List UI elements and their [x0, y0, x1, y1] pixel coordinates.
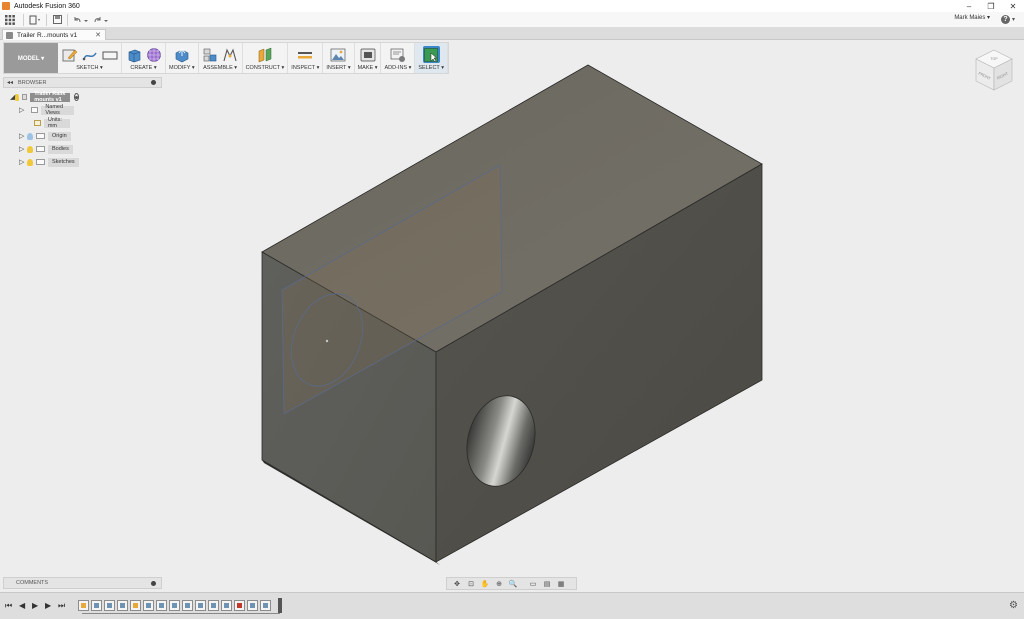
feature-icon	[263, 603, 268, 608]
grid-settings-icon[interactable]: ▤	[541, 580, 553, 588]
browser-title: BROWSER	[18, 79, 47, 86]
folder-icon	[31, 107, 39, 113]
timeline: ⏮ ◀ ▶ ▶ ⏭ ⚙	[0, 592, 1024, 619]
tree-item-bodies[interactable]: ▷ Bodies	[19, 144, 73, 154]
step-back-icon[interactable]: ◀	[19, 601, 25, 610]
timeline-feature[interactable]	[130, 600, 141, 611]
component-icon	[21, 94, 28, 100]
feature-icon	[198, 603, 203, 608]
timeline-marker[interactable]	[278, 598, 282, 613]
feature-icon	[211, 603, 216, 608]
expand-triangle-icon[interactable]: ▷	[19, 132, 27, 140]
comments-panel[interactable]: COMMENTS	[3, 577, 162, 589]
timeline-feature[interactable]	[195, 600, 206, 611]
look-at-icon[interactable]: ⊡	[465, 580, 477, 588]
tree-item-sketches[interactable]: ▷ Sketches	[19, 157, 79, 167]
feature-icon	[224, 603, 229, 608]
feature-icon	[185, 603, 190, 608]
tree-item-label: Sketches	[48, 157, 79, 167]
expand-triangle-icon[interactable]: ▷	[19, 106, 25, 114]
feature-icon	[237, 603, 242, 608]
visibility-bulb-icon[interactable]	[27, 145, 33, 153]
pan-icon[interactable]: ✋	[479, 580, 491, 588]
step-forward-icon[interactable]: ▶	[45, 601, 51, 610]
navigation-bar: ✥ ⊡ ✋ ⊕ 🔍 ▭ ▤ ▦	[446, 577, 577, 590]
zoom-icon[interactable]: ⊕	[493, 580, 505, 588]
go-to-start-icon[interactable]: ⏮	[5, 601, 12, 611]
browser-panel-header[interactable]: ◂◂ BROWSER	[3, 77, 162, 88]
visibility-bulb-icon[interactable]	[15, 93, 19, 101]
expand-triangle-icon[interactable]: ▷	[19, 158, 27, 166]
feature-icon	[94, 603, 99, 608]
timeline-feature[interactable]	[234, 600, 245, 611]
timeline-feature[interactable]	[78, 600, 89, 611]
sketch-center-point	[325, 339, 329, 343]
timeline-feature[interactable]	[104, 600, 115, 611]
pin-icon[interactable]	[151, 80, 156, 85]
folder-icon	[36, 146, 45, 152]
visibility-bulb-icon[interactable]	[27, 132, 33, 140]
expand-triangle-icon[interactable]: ▷	[19, 145, 27, 153]
document-settings-icon	[33, 120, 41, 126]
root-component-label: Trailer Railk mounts v1	[30, 91, 70, 103]
feature-icon	[120, 603, 125, 608]
gear-icon[interactable]: ⚙	[1009, 600, 1018, 611]
orbit-icon[interactable]: ✥	[451, 580, 463, 588]
timeline-feature[interactable]	[169, 600, 180, 611]
timeline-feature[interactable]	[221, 600, 232, 611]
model-viewport[interactable]	[0, 0, 1024, 619]
feature-icon	[250, 603, 255, 608]
timeline-feature[interactable]	[247, 600, 258, 611]
feature-icon	[159, 603, 164, 608]
tree-item-label: Bodies	[48, 144, 73, 154]
viewcube[interactable]: TOP FRONT RIGHT	[972, 46, 1016, 96]
tree-item-label: Units: mm	[43, 117, 71, 129]
timeline-feature[interactable]	[91, 600, 102, 611]
fit-icon[interactable]: 🔍	[507, 580, 519, 588]
feature-icon	[172, 603, 177, 608]
tree-item-label: Named Views	[41, 104, 74, 116]
tree-root-component[interactable]: ◢ Trailer Railk mounts v1	[10, 91, 79, 103]
folder-icon	[36, 133, 45, 139]
timeline-feature[interactable]	[208, 600, 219, 611]
timeline-feature[interactable]	[143, 600, 154, 611]
pin-icon[interactable]	[151, 581, 156, 586]
timeline-feature[interactable]	[156, 600, 167, 611]
timeline-feature[interactable]	[182, 600, 193, 611]
folder-icon	[36, 159, 45, 165]
tree-item-origin[interactable]: ▷ Origin	[19, 131, 71, 141]
tree-item-named-views[interactable]: ▷ Named Views	[19, 104, 74, 116]
go-to-end-icon[interactable]: ⏭	[58, 601, 65, 611]
comments-title: COMMENTS	[16, 580, 49, 586]
timeline-features	[78, 600, 271, 611]
feature-icon	[107, 603, 112, 608]
feature-icon	[133, 603, 138, 608]
tree-item-label: Origin	[48, 131, 71, 141]
viewports-icon[interactable]: ▦	[555, 580, 567, 588]
timeline-rail	[82, 613, 280, 614]
activate-component-icon[interactable]	[73, 93, 79, 101]
feature-icon	[146, 603, 151, 608]
display-settings-icon[interactable]: ▭	[527, 580, 539, 588]
play-icon[interactable]: ▶	[32, 601, 38, 610]
collapse-browser-icon[interactable]: ◂◂	[7, 79, 13, 86]
timeline-feature[interactable]	[260, 600, 271, 611]
visibility-bulb-icon[interactable]	[27, 158, 33, 166]
feature-icon	[81, 603, 86, 608]
tree-item-units[interactable]: Units: mm	[27, 117, 71, 129]
viewcube-top-label: TOP	[990, 57, 998, 61]
timeline-feature[interactable]	[117, 600, 128, 611]
